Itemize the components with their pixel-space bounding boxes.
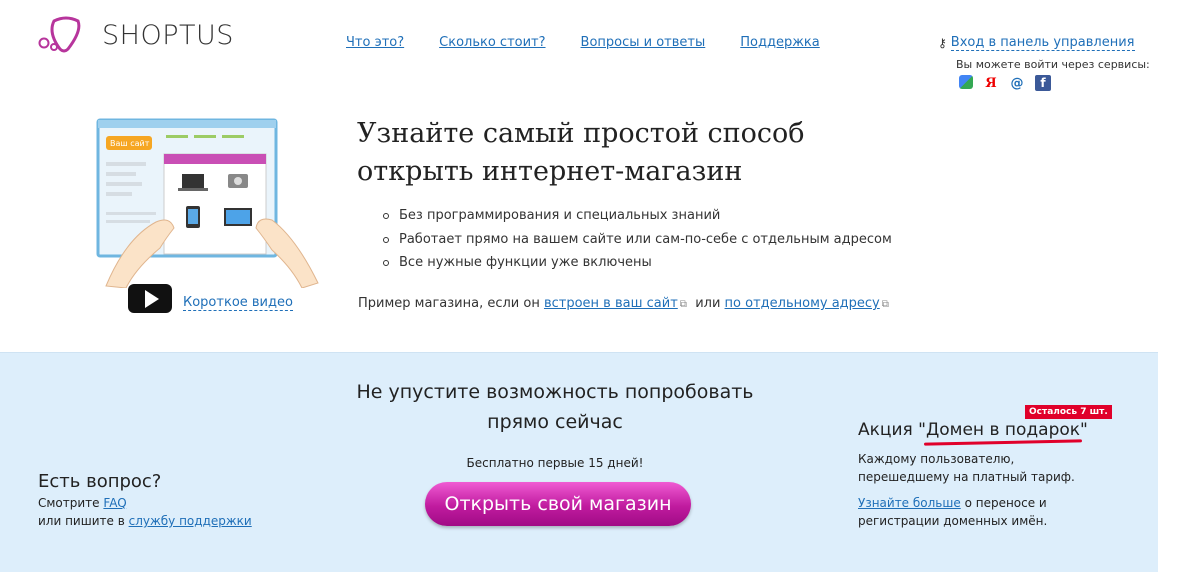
login-services: Я @ f bbox=[959, 75, 1061, 91]
logo-text: SHOPTUS bbox=[102, 19, 234, 51]
example-standalone-link[interactable]: по отдельному адресу bbox=[725, 296, 880, 311]
external-link-icon: ⧉ bbox=[679, 299, 687, 310]
play-icon bbox=[144, 289, 159, 308]
logo-icon bbox=[38, 16, 81, 53]
login-area: ⚷ Вход в панель управления bbox=[938, 35, 1135, 51]
yandex-icon[interactable]: Я bbox=[983, 75, 999, 91]
cta-title-line2: прямо сейчас bbox=[487, 411, 623, 433]
key-icon: ⚷ bbox=[938, 36, 947, 50]
list-item: Все нужные функции уже включены bbox=[383, 255, 892, 279]
list-item: Без программирования и специальных знани… bbox=[383, 208, 892, 232]
nav-item-what[interactable]: Что это? bbox=[346, 35, 404, 50]
support-prefix: или пишите в bbox=[38, 514, 125, 528]
free-trial-note: Бесплатно первые 15 дней! bbox=[466, 456, 644, 470]
external-link-icon: ⧉ bbox=[881, 299, 889, 310]
login-link[interactable]: Вход в панель управления bbox=[950, 35, 1135, 51]
hero-title-line2: открыть интернет-магазин bbox=[357, 156, 743, 187]
faq-line: Смотрите FAQ bbox=[38, 496, 127, 510]
promo-description: Каждому пользователю, перешедшему на пла… bbox=[858, 452, 1075, 484]
promo-title-prefix: Акция " bbox=[858, 420, 926, 440]
cta-title-line1: Не упустите возможность попробовать bbox=[356, 381, 754, 403]
video-play-button[interactable] bbox=[128, 284, 172, 313]
promo-title: Акция "Домен в подарок" bbox=[858, 420, 1088, 440]
example-or: или bbox=[695, 296, 721, 311]
shop-illustration: Ваш сайт bbox=[96, 118, 319, 288]
list-item: Работает прямо на вашем сайте или сам-по… bbox=[383, 232, 892, 256]
nav-item-support[interactable]: Поддержка bbox=[740, 35, 820, 50]
google-icon[interactable] bbox=[959, 75, 973, 89]
cta-title: Не упустите возможность попробовать прям… bbox=[330, 377, 780, 437]
promo-title-highlight: Домен в подарок bbox=[925, 420, 1081, 440]
main-nav: Что это? Сколько стоит? Вопросы и ответы… bbox=[346, 35, 855, 50]
faq-link[interactable]: FAQ bbox=[103, 496, 126, 510]
mailru-icon[interactable]: @ bbox=[1009, 75, 1025, 91]
open-shop-button[interactable]: Открыть свой магазин bbox=[425, 482, 691, 526]
short-video-link[interactable]: Короткое видео bbox=[183, 295, 293, 311]
question-title: Есть вопрос? bbox=[38, 471, 162, 492]
example-line: Пример магазина, если он встроен в ваш с… bbox=[358, 296, 889, 311]
hero-title: Узнайте самый простой способ открыть инт… bbox=[357, 115, 877, 191]
promo-more: Узнайте больше о переносе и регистрации … bbox=[858, 494, 1098, 530]
feature-list: Без программирования и специальных знани… bbox=[383, 208, 892, 279]
example-prefix: Пример магазина, если он bbox=[358, 296, 540, 311]
promo-title-suffix: " bbox=[1080, 420, 1088, 440]
example-embedded-link[interactable]: встроен в ваш сайт bbox=[544, 296, 678, 311]
faq-prefix: Смотрите bbox=[38, 496, 100, 510]
logo[interactable]: SHOPTUS bbox=[38, 15, 234, 55]
facebook-icon[interactable]: f bbox=[1035, 75, 1051, 91]
nav-item-price[interactable]: Сколько стоит? bbox=[439, 35, 545, 50]
hero-title-line1: Узнайте самый простой способ bbox=[357, 118, 805, 149]
promo-remaining-badge: Осталось 7 шт. bbox=[1025, 405, 1112, 419]
nav-item-faq[interactable]: Вопросы и ответы bbox=[581, 35, 706, 50]
promo-more-link[interactable]: Узнайте больше bbox=[858, 496, 961, 510]
support-line: или пишите в службу поддержки bbox=[38, 514, 252, 528]
services-label: Вы можете войти через сервисы: bbox=[956, 58, 1150, 71]
support-link[interactable]: службу поддержки bbox=[129, 514, 252, 528]
illustration-badge-text: Ваш сайт bbox=[110, 139, 150, 148]
